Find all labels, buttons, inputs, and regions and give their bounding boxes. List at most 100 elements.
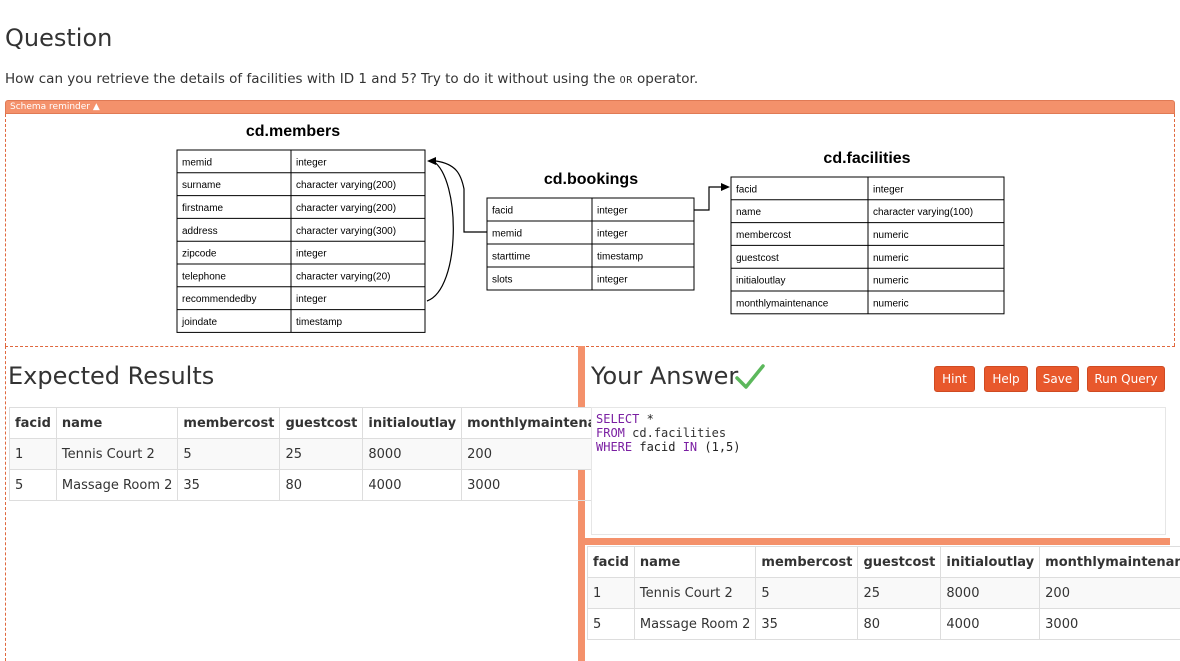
sql-editor[interactable]: SELECT * FROM cd.facilities WHERE facid … <box>591 407 1166 535</box>
facilities-field-name: name <box>736 207 761 218</box>
arrow-head <box>721 183 730 191</box>
members-field-type: integer <box>296 249 327 260</box>
table-cell: Tennis Court 2 <box>633 577 757 609</box>
arrow-head <box>427 157 436 165</box>
help-button[interactable]: Help <box>984 366 1028 392</box>
column-header-initialoutlay: initialoutlay <box>362 407 463 439</box>
members-field-type: character varying(20) <box>296 271 390 282</box>
question-code: OR <box>619 75 633 86</box>
sql-text: * <box>639 412 654 426</box>
table-cell: 4000 <box>362 469 463 501</box>
members-field-type: integer <box>296 294 327 305</box>
members-field-type: character varying(200) <box>296 180 396 191</box>
schema-reminder-toggle[interactable]: Schema reminder ▲ <box>5 100 1175 114</box>
bookings-field-type: timestamp <box>597 252 644 263</box>
bookings-field-name: slots <box>492 275 513 286</box>
section-divider <box>5 346 1175 347</box>
table-cell: 200 <box>1039 577 1180 609</box>
facilities-field-type: character varying(100) <box>873 207 973 218</box>
sql-line-2: FROM cd.facilities <box>596 426 1161 440</box>
answer-results-table: facid name membercost guestcost initialoutla… <box>587 546 1180 640</box>
table-cell: 35 <box>755 608 859 640</box>
vertical-splitter[interactable] <box>578 346 585 661</box>
table-cell: Massage Room 2 <box>633 608 757 640</box>
table-header-row: facid name membercost guestcost initialoutla… <box>587 546 1180 578</box>
bookings-field-name: memid <box>492 229 522 240</box>
expected-results-table: facid name membercost guestcost initialoutla… <box>9 407 629 501</box>
question-text-after: operator. <box>632 71 699 87</box>
sql-keyword: FROM <box>596 426 625 440</box>
bookings-field-name: starttime <box>492 252 531 263</box>
column-header-membercost: membercost <box>755 546 859 578</box>
column-header-guestcost: guestcost <box>279 407 364 439</box>
sql-keyword: IN <box>682 440 698 454</box>
table-cell: 35 <box>177 469 281 501</box>
members-title: cd.members <box>246 123 340 140</box>
table-row: 1 Tennis Court 2 5 25 8000 200 <box>9 438 629 470</box>
column-header-initialoutlay: initialoutlay <box>940 546 1041 578</box>
sql-line-3: WHERE facid IN (1,5) <box>596 440 1161 454</box>
members-field-type: character varying(200) <box>296 203 396 214</box>
sql-line-1: SELECT * <box>596 412 1161 426</box>
table-cell: 5 <box>9 469 57 501</box>
left-border <box>5 346 6 661</box>
table-cell: 25 <box>279 438 364 470</box>
members-field-name: telephone <box>182 271 226 282</box>
members-field-name: surname <box>182 180 221 191</box>
table-cell: 1 <box>9 438 57 470</box>
save-button[interactable]: Save <box>1036 366 1079 392</box>
bookings-field-type: integer <box>597 206 628 217</box>
question-title: Question <box>5 24 113 52</box>
run-query-button[interactable]: Run Query <box>1087 366 1165 392</box>
column-header-name: name <box>55 407 179 439</box>
bookings-field-type: integer <box>597 275 628 286</box>
sql-text: facid <box>632 440 683 454</box>
column-header-guestcost: guestcost <box>857 546 942 578</box>
relation-recommendedby <box>426 160 454 302</box>
members-field-type: character varying(300) <box>296 226 396 237</box>
column-header-monthlymaintenance: monthlymaintenance <box>1039 546 1180 578</box>
facilities-title: cd.facilities <box>823 150 910 167</box>
sql-schema: cd. <box>624 426 654 440</box>
members-field-type: integer <box>296 157 327 168</box>
question-text: How can you retrieve the details of faci… <box>5 71 698 87</box>
column-header-name: name <box>633 546 757 578</box>
table-cell: 5 <box>177 438 281 470</box>
table-row: 1 Tennis Court 2 5 25 8000 200 <box>587 577 1180 609</box>
table-cell: 8000 <box>362 438 463 470</box>
sql-keyword: WHERE <box>596 440 633 454</box>
hint-button[interactable]: Hint <box>934 366 975 392</box>
relation-bookings-facid <box>694 186 722 211</box>
table-row: 5 Massage Room 2 35 80 4000 3000 <box>587 608 1180 640</box>
table-cell: 3000 <box>1039 608 1180 640</box>
table-cell: 5 <box>587 608 635 640</box>
table-cell: 1 <box>587 577 635 609</box>
members-field-name: recommendedby <box>182 294 256 305</box>
sql-keyword: SELECT <box>596 412 640 426</box>
table-cell: 8000 <box>940 577 1041 609</box>
facilities-field-type: numeric <box>873 230 909 241</box>
schema-diagram: cd.members memid integer surname character v… <box>5 114 1175 346</box>
facilities-field-name: monthlymaintenance <box>736 298 829 309</box>
column-header-membercost: membercost <box>177 407 281 439</box>
members-field-name: zipcode <box>182 249 217 260</box>
facilities-field-type: numeric <box>873 253 909 264</box>
table-row: 5 Massage Room 2 35 80 4000 3000 <box>9 469 629 501</box>
facilities-field-name: facid <box>736 184 757 195</box>
members-field-name: firstname <box>182 203 224 214</box>
bookings-title: cd.bookings <box>544 171 638 188</box>
horizontal-splitter[interactable] <box>585 538 1170 545</box>
facilities-field-name: membercost <box>736 230 791 241</box>
relation-bookings-memid <box>435 160 487 233</box>
expected-results-title: Expected Results <box>8 362 215 390</box>
facilities-field-type: numeric <box>873 298 909 309</box>
bookings-field-name: facid <box>492 206 513 217</box>
members-field-name: memid <box>182 157 212 168</box>
table-cell: 80 <box>279 469 364 501</box>
facilities-field-name: guestcost <box>736 253 779 264</box>
bookings-field-type: integer <box>597 229 628 240</box>
table-cell: Tennis Court 2 <box>55 438 179 470</box>
table-cell: 25 <box>857 577 942 609</box>
members-field-type: timestamp <box>296 317 343 328</box>
table-header-row: facid name membercost guestcost initialoutla… <box>9 407 629 439</box>
